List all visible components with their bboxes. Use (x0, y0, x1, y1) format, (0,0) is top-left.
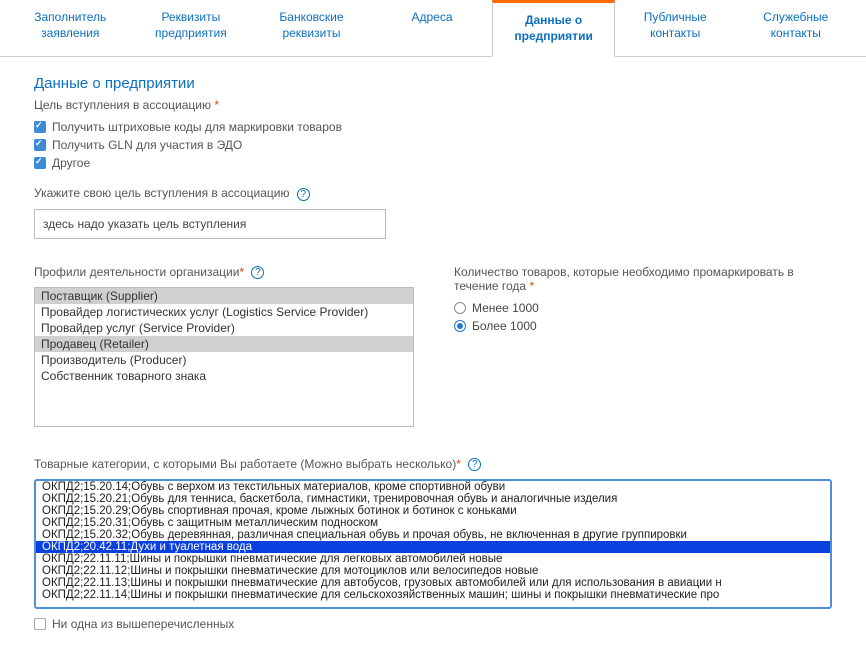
tab-company-details[interactable]: Реквизитыпредприятия (131, 0, 252, 56)
list-item[interactable]: ОКПД2;15.20.14;Обувь с верхом из текстил… (36, 481, 830, 493)
list-item[interactable]: Производитель (Producer) (35, 352, 413, 368)
profiles-label: Профили деятельности организации* ? (34, 265, 414, 279)
list-item[interactable]: Провайдер логистических услуг (Logistics… (35, 304, 413, 320)
tab-public-contacts[interactable]: Публичныеконтакты (615, 0, 736, 56)
goal-checkbox-barcodes[interactable]: Получить штриховые коды для маркировки т… (34, 120, 832, 134)
tab-bank-details[interactable]: Банковскиереквизиты (251, 0, 372, 56)
categories-label: Товарные категории, с которыми Вы работа… (34, 457, 832, 471)
qty-label: Количество товаров, которые необходимо п… (454, 265, 832, 293)
help-icon[interactable]: ? (468, 458, 481, 471)
tab-applicant[interactable]: Заполнительзаявления (10, 0, 131, 56)
list-item[interactable]: ОКПД2;15.20.21;Обувь для тенниса, баскет… (36, 493, 830, 505)
goal-checkbox-gln[interactable]: Получить GLN для участия в ЭДО (34, 138, 832, 152)
specify-goal-input[interactable] (34, 209, 386, 239)
list-item[interactable]: ОКПД2;15.20.32;Обувь деревянная, различн… (36, 529, 830, 541)
list-item[interactable]: ОКПД2;22.11.13;Шины и покрышки пневматич… (36, 577, 830, 589)
checkbox-icon (34, 618, 46, 630)
tab-service-contacts[interactable]: Служебныеконтакты (735, 0, 856, 56)
list-item[interactable]: Поставщик (Supplier) (35, 288, 413, 304)
tab-bar: Заполнительзаявления Реквизитыпредприяти… (0, 0, 866, 57)
none-checkbox[interactable]: Ни одна из вышеперечисленных (34, 617, 832, 631)
radio-icon (454, 302, 466, 314)
help-icon[interactable]: ? (251, 266, 264, 279)
list-item[interactable]: ОКПД2;15.20.29;Обувь спортивная прочая, … (36, 505, 830, 517)
qty-radio-more-1000[interactable]: Более 1000 (454, 319, 832, 333)
help-icon[interactable]: ? (297, 188, 310, 201)
checkbox-icon (34, 121, 46, 133)
specify-goal-label: Укажите свою цель вступления в ассоциаци… (34, 186, 832, 200)
list-item[interactable]: Провайдер услуг (Service Provider) (35, 320, 413, 336)
list-item[interactable]: ОКПД2;22.11.11;Шины и покрышки пневматич… (36, 553, 830, 565)
checkbox-icon (34, 157, 46, 169)
goal-label: Цель вступления в ассоциацию * (34, 98, 832, 112)
list-item[interactable]: Продавец (Retailer) (35, 336, 413, 352)
section-title: Данные о предприятии (34, 75, 832, 92)
tab-addresses[interactable]: Адреса (372, 0, 493, 56)
tab-company-data[interactable]: Данные опредприятии (492, 0, 615, 57)
categories-listbox[interactable]: ОКПД2;15.20.14;Обувь с верхом из текстил… (34, 479, 832, 609)
list-item[interactable]: ОКПД2;20.42.11;Духи и туалетная вода (36, 541, 830, 553)
content-area: Данные о предприятии Цель вступления в а… (0, 57, 866, 651)
list-item[interactable]: ОКПД2;22.11.14;Шины и покрышки пневматич… (36, 589, 830, 601)
list-item[interactable]: ОКПД2;15.20.31;Обувь с защитным металлич… (36, 517, 830, 529)
qty-radio-less-1000[interactable]: Менее 1000 (454, 301, 832, 315)
profiles-listbox[interactable]: Поставщик (Supplier) Провайдер логистиче… (34, 287, 414, 427)
radio-icon (454, 320, 466, 332)
list-item[interactable]: ОКПД2;22.11.12;Шины и покрышки пневматич… (36, 565, 830, 577)
checkbox-icon (34, 139, 46, 151)
goal-checkbox-other[interactable]: Другое (34, 156, 832, 170)
list-item[interactable]: Собственник товарного знака (35, 368, 413, 384)
